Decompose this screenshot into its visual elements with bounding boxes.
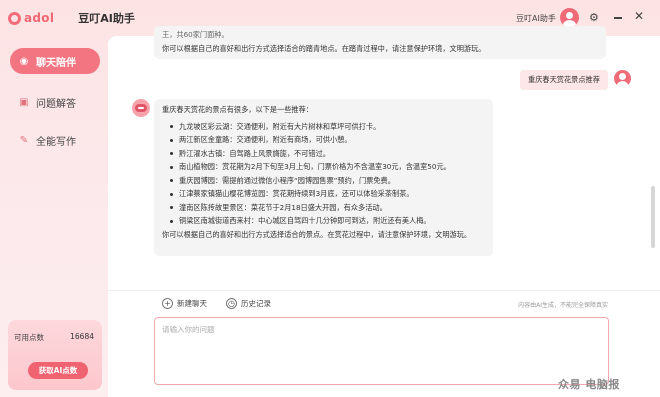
list-item: 重庆园博园：需提前通过微信小程序“园博园售票”预约，门票免费。 — [170, 174, 485, 188]
bot-message-previous: 王，共60家门面种。 你可以根据自己的喜好和出行方式选择适合的踏青地点。在踏青过… — [154, 26, 606, 59]
new-chat-label: 新建聊天 — [177, 299, 207, 308]
points-card: 可用点数 16684 获取AI点数 — [8, 320, 102, 390]
bot-avatar — [132, 99, 150, 117]
message-closing: 你可以根据自己的喜好和出行方式选择适合的景点。在赏花过程中，请注意保护环境，文明… — [162, 229, 472, 239]
sidebar-item-writing[interactable]: ✎ 全能写作 — [10, 127, 100, 153]
plus-icon: + — [162, 298, 173, 309]
sidebar-item-qa[interactable]: ▣ 问题解答 — [10, 89, 100, 115]
sidebar-item-label: 全能写作 — [36, 136, 76, 148]
list-item: 黔江濯水古镇：自驾路上风景旖旎，不可错过。 — [170, 147, 485, 161]
close-icon[interactable]: ✕ — [634, 10, 644, 23]
user-message: 重庆春天赏花景点推荐 — [520, 70, 608, 90]
sidebar-item-label: 聊天陪伴 — [36, 57, 76, 69]
user-name[interactable]: 豆叮AI助手 — [516, 13, 556, 24]
recommendation-list: 九龙坡区彩云湖：交通便利，附近有大片树林和草坪可供打卡。 两江新区金童路：交通便… — [170, 120, 485, 228]
logo-mark-icon — [8, 11, 21, 25]
bot-message: 重庆春天赏花的景点有很多，以下是一些推荐： 九龙坡区彩云湖：交通便利，附近有大片… — [154, 99, 493, 256]
chat-input-box[interactable] — [154, 317, 609, 385]
pencil-icon: ✎ — [19, 134, 29, 146]
watermark: 众易 电脑报 — [558, 378, 620, 391]
get-points-button[interactable]: 获取AI点数 — [28, 362, 88, 379]
minimize-icon[interactable] — [614, 17, 622, 19]
points-label: 可用点数 — [14, 333, 44, 342]
user-avatar[interactable] — [560, 8, 579, 27]
chat-panel: 王，共60家门面种。 你可以根据自己的喜好和出行方式选择适合的踏青地点。在踏青过… — [108, 26, 660, 397]
scrollbar[interactable] — [651, 186, 655, 248]
new-chat-button[interactable]: + 新建聊天 — [162, 296, 207, 311]
clock-icon: ◷ — [226, 298, 237, 309]
history-label: 历史记录 — [241, 299, 271, 308]
ai-disclaimer: 内容由AI生成，不能完全保障真实 — [518, 302, 608, 309]
app-title: 豆叮AI助手 — [78, 12, 135, 25]
points-value: 16684 — [70, 332, 94, 341]
list-item: 两江新区金童路：交通便利，附近有商场，可供小憩。 — [170, 133, 485, 147]
app-logo: adol — [8, 11, 54, 25]
message-intro: 重庆春天赏花的景点有很多，以下是一些推荐： — [162, 105, 313, 114]
message-text: 你可以根据自己的喜好和出行方式选择适合的踏青地点。在踏青过程中，请注意保护环境，… — [162, 43, 486, 53]
list-item: 铜梁区南城街道西来村：中心城区自驾四十几分钟即可到达，附近还有美人梅。 — [170, 214, 485, 228]
list-item: 潼南区陈抟故里景区：菜花节于2月18日盛大开园，有众多活动。 — [170, 201, 485, 215]
history-button[interactable]: ◷ 历史记录 — [226, 296, 271, 311]
list-item: 南山植物园：赏花期为2月下旬至3月上旬，门票价格为不含温室30元，含温室50元。 — [170, 160, 485, 174]
list-item: 江津蔡家镇猫山樱花博览园：赏花期持续到3月底，还可以体验采茶制茶。 — [170, 187, 485, 201]
gear-icon[interactable]: ⚙ — [589, 11, 599, 24]
sidebar: ◉ 聊天陪伴 ▣ 问题解答 ✎ 全能写作 可用点数 16684 获取AI点数 — [0, 36, 108, 397]
logo-text: adol — [24, 11, 55, 25]
sidebar-item-label: 问题解答 — [36, 98, 76, 110]
message-text: 王，共60家门面种。 — [162, 30, 229, 39]
user-message-avatar — [614, 70, 631, 87]
question-box-icon: ▣ — [19, 96, 29, 108]
list-item: 九龙坡区彩云湖：交通便利，附近有大片树林和草坪可供打卡。 — [170, 120, 485, 134]
sidebar-item-chat-companion[interactable]: ◉ 聊天陪伴 — [10, 48, 100, 74]
divider — [108, 290, 660, 291]
chat-bubble-icon: ◉ — [19, 55, 29, 67]
chat-input[interactable] — [155, 318, 608, 384]
